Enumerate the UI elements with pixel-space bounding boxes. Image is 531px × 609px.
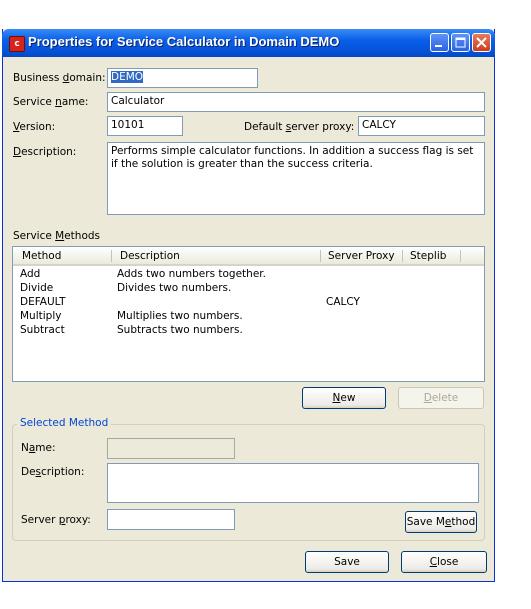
service-name-field[interactable]: Calculator <box>107 92 485 112</box>
close-icon <box>476 37 487 48</box>
method-cell: Multiply <box>20 310 62 322</box>
maximize-icon <box>455 37 466 48</box>
version-field[interactable]: 10101 <box>107 116 183 136</box>
maximize-button[interactable] <box>451 33 470 52</box>
minimize-button[interactable] <box>430 33 449 52</box>
description-label: Description: <box>13 146 77 158</box>
description-cell: Divides two numbers. <box>117 282 232 294</box>
minimize-icon <box>435 45 442 47</box>
column-header-server-proxy[interactable]: Server Proxy <box>328 250 395 262</box>
table-row[interactable]: Add Adds two numbers together. <box>13 268 484 282</box>
delete-method-button[interactable]: Delete <box>398 387 484 409</box>
method-cell: DEFAULT <box>20 296 66 308</box>
column-divider[interactable] <box>111 250 112 262</box>
description-cell: Subtracts two numbers. <box>117 324 243 336</box>
service-methods-label: Service Methods <box>13 230 101 242</box>
column-divider[interactable] <box>402 250 403 262</box>
description-cell: Adds two numbers together. <box>117 268 266 280</box>
method-name-field[interactable] <box>107 438 235 459</box>
version-label: Version: <box>13 121 56 133</box>
close-button[interactable]: Close <box>401 551 487 573</box>
service-name-label: Service name: <box>13 96 89 108</box>
method-server-proxy-field[interactable] <box>107 509 235 530</box>
method-description-label: Description: <box>21 466 85 478</box>
new-method-button[interactable]: New <box>302 387 386 409</box>
method-cell: Add <box>20 268 41 280</box>
column-divider[interactable] <box>320 250 321 262</box>
default-server-proxy-label: Default server proxy: <box>244 121 355 133</box>
service-methods-list[interactable]: Method Description Server Proxy Steplib … <box>12 246 485 382</box>
description-cell: Multiplies two numbers. <box>117 310 243 322</box>
close-window-button[interactable] <box>472 33 491 52</box>
default-server-proxy-field[interactable]: CALCY <box>358 116 485 136</box>
table-row[interactable]: Divide Divides two numbers. <box>13 282 484 296</box>
method-server-proxy-label: Server proxy: <box>21 514 91 526</box>
column-header-steplib[interactable]: Steplib <box>410 250 446 262</box>
method-cell: Divide <box>20 282 54 294</box>
list-header: Method Description Server Proxy Steplib <box>13 247 484 266</box>
business-domain-field[interactable]: DEMO <box>107 68 258 88</box>
selected-method-title: Selected Method <box>17 417 112 429</box>
window-title: Properties for Service Calculator in Dom… <box>28 34 340 49</box>
table-row[interactable]: Subtract Subtracts two numbers. <box>13 324 484 338</box>
table-row[interactable]: Multiply Multiplies two numbers. <box>13 310 484 324</box>
method-description-field[interactable] <box>107 463 479 503</box>
method-cell: Subtract <box>20 324 65 336</box>
save-button[interactable]: Save <box>305 551 389 573</box>
title-bar[interactable]: c Properties for Service Calculator in D… <box>2 29 495 57</box>
column-header-description[interactable]: Description <box>120 250 180 262</box>
description-field[interactable]: Performs simple calculator functions. In… <box>107 142 485 215</box>
method-name-label: Name: <box>21 442 56 454</box>
proxy-cell: CALCY <box>326 296 360 308</box>
table-row[interactable]: DEFAULT CALCY <box>13 296 484 310</box>
column-header-method[interactable]: Method <box>22 250 61 262</box>
column-divider[interactable] <box>460 250 461 262</box>
save-method-button[interactable]: Save Method <box>405 511 477 533</box>
business-domain-label: Business domain: <box>13 72 106 84</box>
app-icon: c <box>9 36 25 52</box>
